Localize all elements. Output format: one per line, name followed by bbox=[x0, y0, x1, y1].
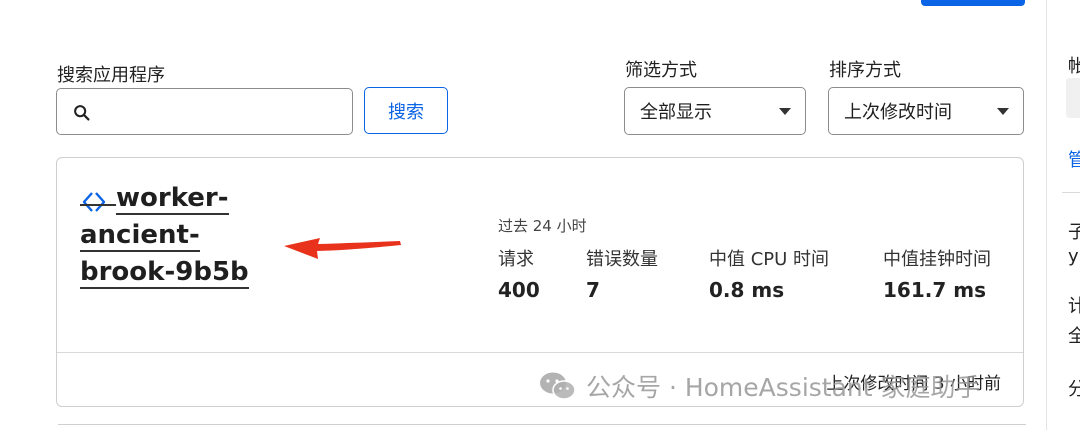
metric-value-requests: 400 bbox=[498, 278, 540, 302]
search-label: 搜索应用程序 bbox=[57, 65, 165, 86]
sort-select-value: 上次修改时间 bbox=[844, 102, 952, 123]
filter-select[interactable]: 全部显示 bbox=[624, 87, 806, 135]
sort-select[interactable]: 上次修改时间 bbox=[828, 87, 1024, 135]
right-panel-divider bbox=[1046, 0, 1047, 430]
chevron-down-icon bbox=[997, 108, 1009, 115]
metric-label-wall-time: 中值挂钟时间 bbox=[883, 249, 991, 270]
metric-label-requests: 请求 bbox=[498, 249, 534, 270]
annotation-arrow-icon bbox=[284, 238, 401, 259]
sort-label: 排序方式 bbox=[829, 60, 901, 81]
metric-label-cpu-time: 中值 CPU 时间 bbox=[709, 249, 830, 270]
metric-value-errors: 7 bbox=[586, 278, 600, 302]
card-divider bbox=[57, 352, 1023, 353]
filter-select-value: 全部显示 bbox=[640, 102, 712, 123]
wechat-icon bbox=[540, 372, 576, 400]
right-panel-item: 子 bbox=[1068, 222, 1080, 243]
filter-label: 筛选方式 bbox=[625, 60, 697, 81]
primary-action-button[interactable] bbox=[921, 0, 1025, 6]
next-card-edge bbox=[58, 424, 1026, 425]
search-icon bbox=[74, 105, 90, 121]
watermark: 公众号 · HomeAssistant 家庭助手 bbox=[538, 368, 981, 404]
right-panel-item: y bbox=[1068, 246, 1079, 267]
metric-value-wall-time: 161.7 ms bbox=[883, 278, 986, 302]
right-panel-item: 帐 bbox=[1068, 56, 1080, 77]
metric-value-cpu-time: 0.8 ms bbox=[709, 278, 785, 302]
chevron-down-icon bbox=[779, 108, 791, 115]
right-panel-item: 分 bbox=[1068, 379, 1080, 400]
right-panel-box bbox=[1066, 78, 1080, 118]
worker-name-line1: worker-ancient- bbox=[80, 183, 229, 252]
right-panel-divider-h bbox=[1062, 192, 1080, 193]
watermark-text: 公众号 · HomeAssistant 家庭助手 bbox=[586, 373, 981, 402]
metric-label-errors: 错误数量 bbox=[586, 249, 658, 270]
right-panel-link[interactable]: 管 bbox=[1068, 146, 1080, 172]
metrics-period: 过去 24 小时 bbox=[498, 217, 587, 235]
search-button[interactable]: 搜索 bbox=[364, 87, 448, 134]
right-panel-item: 全 bbox=[1068, 326, 1080, 347]
right-panel-item: 计 bbox=[1068, 296, 1080, 317]
search-input[interactable] bbox=[56, 88, 353, 135]
worker-name-line2: brook-9b5b bbox=[80, 257, 249, 289]
